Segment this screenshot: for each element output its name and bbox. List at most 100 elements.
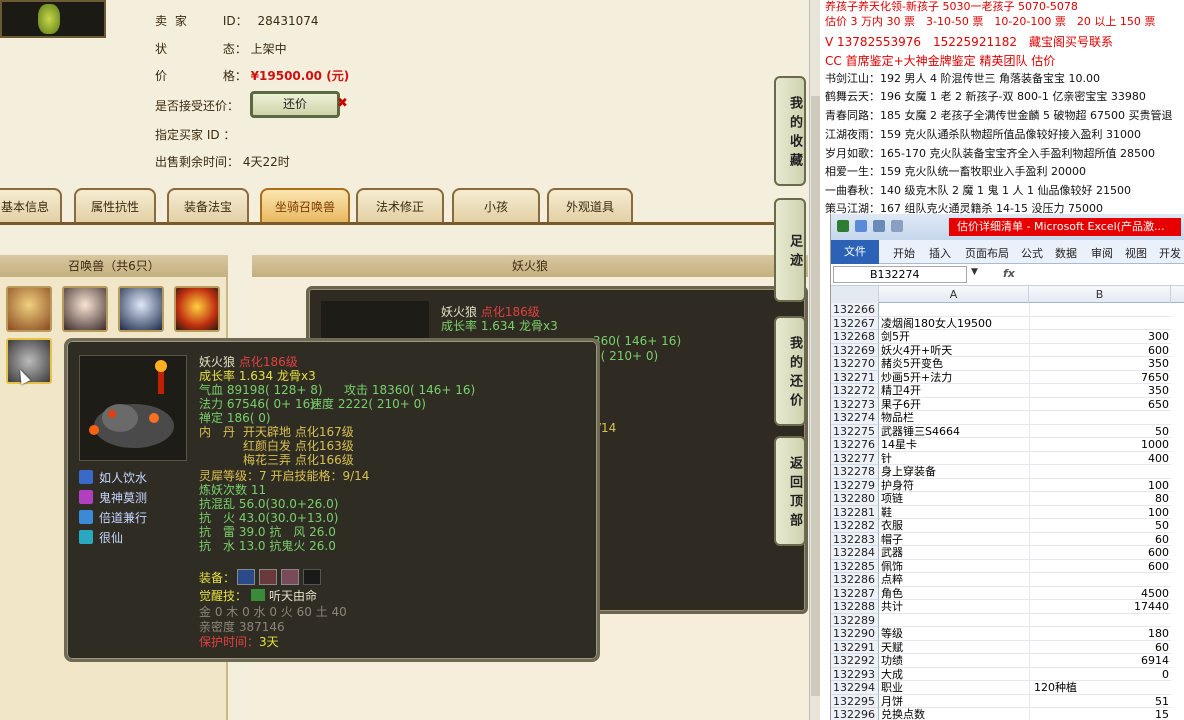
row-number[interactable]: 132278 — [831, 465, 879, 479]
cell-b[interactable]: 1000 — [1029, 438, 1171, 452]
fx-icon[interactable]: fx — [1003, 267, 1015, 280]
row-number[interactable]: 132281 — [831, 505, 879, 519]
row-number[interactable]: 132283 — [831, 532, 879, 546]
cell-b[interactable]: 60 — [1029, 640, 1171, 654]
cell-a[interactable]: 等级 — [879, 627, 1029, 641]
row-number[interactable]: 132267 — [831, 316, 879, 330]
cell-b[interactable]: 15 — [1029, 708, 1171, 720]
ribbon-tab-layout[interactable]: 页面布局 — [965, 245, 1009, 261]
cell-b[interactable]: 7650 — [1029, 370, 1171, 384]
cell-b[interactable] — [1029, 303, 1171, 317]
cell-a[interactable]: 护身符 — [879, 479, 1029, 492]
row-number[interactable]: 132269 — [831, 343, 879, 357]
cell-a[interactable]: 共计 — [879, 600, 1029, 614]
back-to-top-button[interactable]: 返回顶部 — [774, 436, 806, 546]
cell-a[interactable]: 凌烟阁180女人19500 — [879, 317, 1029, 330]
row-number[interactable]: 132279 — [831, 478, 879, 492]
cell-b[interactable]: 4500 — [1029, 586, 1171, 600]
cell-a[interactable]: 角色 — [879, 587, 1029, 600]
cell-a[interactable]: 帽子 — [879, 533, 1029, 546]
name-box[interactable]: B132274 — [833, 266, 967, 283]
row-number[interactable]: 132292 — [831, 654, 879, 668]
cell-b[interactable]: 50 — [1029, 424, 1171, 438]
cell-b[interactable] — [1029, 613, 1171, 627]
tab-attributes[interactable]: 属性抗性 — [74, 188, 156, 222]
redo-icon[interactable] — [891, 220, 903, 232]
cell-a[interactable]: 剑5开 — [879, 330, 1029, 344]
row-number[interactable]: 132270 — [831, 357, 879, 371]
row-number[interactable]: 132285 — [831, 559, 879, 573]
column-header-a[interactable]: A — [879, 286, 1029, 303]
tab-equipment[interactable]: 装备法宝 — [167, 188, 249, 222]
cell-b[interactable]: 600 — [1029, 546, 1171, 560]
row-number[interactable]: 132295 — [831, 694, 879, 708]
cell-b[interactable]: 17440 — [1029, 600, 1171, 614]
row-number[interactable]: 132272 — [831, 384, 879, 398]
tab-mount-summon[interactable]: 坐骑召唤兽 — [260, 188, 350, 222]
row-number[interactable]: 132294 — [831, 681, 879, 695]
cell-b[interactable] — [1029, 411, 1171, 425]
cell-a[interactable]: 武器锤三S4664 — [879, 425, 1029, 438]
undo-icon[interactable] — [873, 220, 885, 232]
cell-a[interactable]: 炒画5开+法力 — [879, 371, 1029, 384]
ribbon-tab-formula[interactable]: 公式 — [1021, 245, 1043, 261]
cell-b[interactable] — [1029, 316, 1171, 330]
cell-b[interactable]: 51 — [1029, 694, 1171, 708]
cell-b[interactable]: 100 — [1029, 505, 1171, 519]
summon-thumb-1[interactable] — [6, 286, 52, 332]
row-number[interactable]: 132296 — [831, 708, 879, 720]
cell-b[interactable]: 600 — [1029, 343, 1171, 357]
row-number[interactable]: 132287 — [831, 586, 879, 600]
cell-a[interactable]: 点粹 — [879, 573, 1029, 587]
row-number[interactable]: 132286 — [831, 573, 879, 587]
cell-a[interactable]: 物品栏 — [879, 411, 1029, 425]
row-number[interactable]: 132271 — [831, 370, 879, 384]
row-number[interactable]: 132282 — [831, 519, 879, 533]
cell-a[interactable]: 大成 — [879, 668, 1029, 681]
summon-thumb-2[interactable] — [62, 286, 108, 332]
row-number[interactable]: 132284 — [831, 546, 879, 560]
cell-b[interactable]: 300 — [1029, 330, 1171, 344]
cell-a[interactable]: 佩饰 — [879, 560, 1029, 573]
ribbon-tab-file[interactable]: 文件 — [831, 240, 879, 264]
row-number[interactable]: 132280 — [831, 492, 879, 506]
row-number[interactable]: 132273 — [831, 397, 879, 411]
page-scrollbar[interactable] — [809, 0, 820, 720]
cell-b[interactable]: 600 — [1029, 559, 1171, 573]
tab-child[interactable]: 小孩 — [452, 188, 540, 222]
cell-a[interactable]: 妖火4开+听天 — [879, 344, 1029, 357]
ribbon-tab-data[interactable]: 数据 — [1055, 245, 1077, 261]
cell-b[interactable]: 60 — [1029, 532, 1171, 546]
cell-a[interactable]: 项链 — [879, 492, 1029, 506]
tab-appearance[interactable]: 外观道具 — [547, 188, 633, 222]
cell-b[interactable]: 100 — [1029, 478, 1171, 492]
row-number[interactable]: 132274 — [831, 411, 879, 425]
row-number[interactable]: 132275 — [831, 424, 879, 438]
cell-a[interactable]: 鞋 — [879, 506, 1029, 519]
row-number[interactable]: 132277 — [831, 451, 879, 465]
summon-thumb-4[interactable] — [174, 286, 220, 332]
row-number[interactable]: 132266 — [831, 303, 879, 317]
cell-b[interactable] — [1029, 573, 1171, 587]
row-number[interactable]: 132276 — [831, 438, 879, 452]
summon-thumb-3[interactable] — [118, 286, 164, 332]
dropdown-arrow-icon[interactable]: ▼ — [971, 267, 978, 277]
cell-a[interactable]: 武器 — [879, 546, 1029, 560]
cell-b[interactable]: 6914 — [1029, 654, 1171, 668]
ribbon-tab-review[interactable]: 审阅 — [1091, 245, 1113, 261]
cell-b[interactable]: 350 — [1029, 357, 1171, 371]
ribbon-tab-insert[interactable]: 插入 — [929, 245, 951, 261]
close-icon[interactable]: ✖ — [337, 96, 348, 111]
cell-a[interactable]: 精卫4开 — [879, 384, 1029, 398]
row-number[interactable]: 132288 — [831, 600, 879, 614]
my-offers-button[interactable]: 我的还价 — [774, 316, 806, 426]
cell-b[interactable] — [1029, 465, 1171, 479]
row-number[interactable]: 132268 — [831, 330, 879, 344]
cell-b[interactable]: 350 — [1029, 384, 1171, 398]
cell-b[interactable]: 50 — [1029, 519, 1171, 533]
cell-a[interactable] — [879, 614, 1029, 627]
row-number[interactable]: 132291 — [831, 640, 879, 654]
cell-a[interactable] — [879, 303, 1029, 317]
footprint-button[interactable]: 足迹 — [774, 198, 806, 302]
cell-a[interactable]: 职业 — [879, 681, 1029, 695]
